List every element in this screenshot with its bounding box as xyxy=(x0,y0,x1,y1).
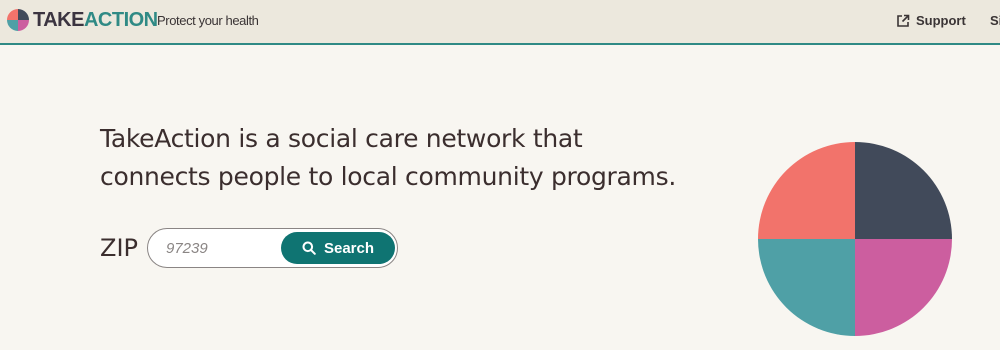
tagline: Protect your health xyxy=(157,13,259,28)
hero-description: TakeAction is a social care network that… xyxy=(100,120,680,196)
brand-wordmark: TAKEACTION xyxy=(33,9,158,31)
quadrant-bottom-left xyxy=(758,239,855,336)
quadrant-top-left xyxy=(758,142,855,239)
quadrant-circle-illustration xyxy=(758,142,952,336)
support-link[interactable]: Support xyxy=(896,13,966,28)
logo[interactable]: TAKEACTION xyxy=(7,9,158,31)
sign-in-link[interactable]: Sig xyxy=(990,13,1000,28)
search-button-label: Search xyxy=(323,239,375,257)
search-button[interactable]: Search xyxy=(281,232,395,264)
brand-action: ACTION xyxy=(83,9,158,31)
support-label: Support xyxy=(916,13,966,28)
site-header: TAKEACTION Protect your health Support S… xyxy=(0,0,1000,45)
search-icon xyxy=(302,241,316,255)
zip-label: ZIP xyxy=(100,234,138,262)
zip-search-form: Search xyxy=(147,228,398,268)
hero-line-2: connects people to local community progr… xyxy=(100,162,676,191)
brand-take: TAKE xyxy=(33,9,84,31)
logo-mark-icon xyxy=(7,9,29,31)
external-link-icon xyxy=(897,14,910,27)
quadrant-top-right xyxy=(855,142,952,239)
quadrant-bottom-right xyxy=(855,239,952,336)
zip-input[interactable] xyxy=(166,238,276,258)
hero-line-1: TakeAction is a social care network that xyxy=(100,124,583,153)
